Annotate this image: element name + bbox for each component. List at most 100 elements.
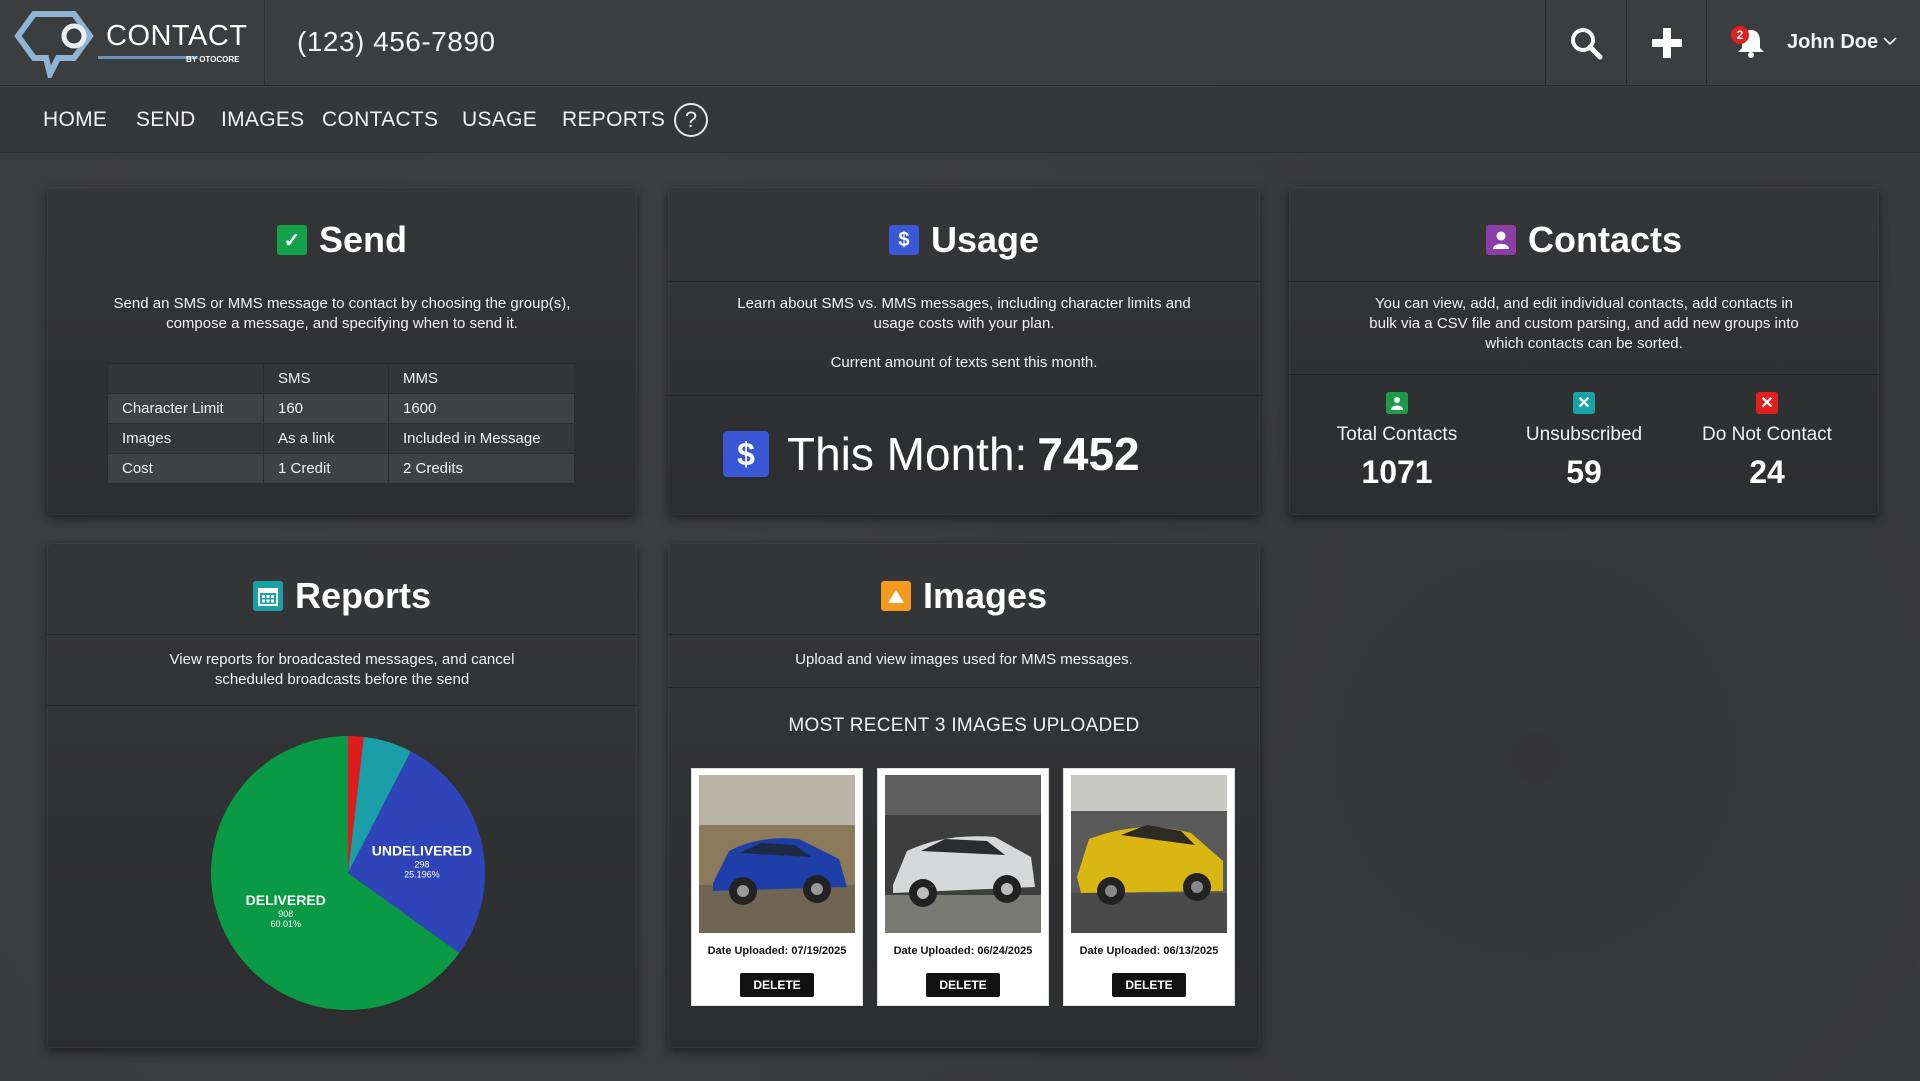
contacts-card[interactable]: Contacts You can view, add, and edit ind… xyxy=(1289,187,1879,515)
stat-label: Do Not Contact xyxy=(1702,424,1832,445)
table-header-cell: SMS xyxy=(263,363,389,394)
table-row: Character Limit 160 1600 xyxy=(107,393,575,424)
contacts-header: Contacts xyxy=(1289,219,1879,261)
send-description: Send an SMS or MMS message to contact by… xyxy=(113,295,571,332)
search-button[interactable] xyxy=(1545,0,1625,86)
usage-this-month: $ This Month: 7452 xyxy=(723,427,1140,481)
reports-divider xyxy=(47,634,637,635)
table-cell: 1600 xyxy=(388,393,575,424)
car-photo[interactable] xyxy=(885,775,1041,933)
header-divider xyxy=(264,0,265,86)
pie-label: DELIVERED xyxy=(246,892,326,908)
contacts-divider xyxy=(1289,281,1879,282)
add-button[interactable] xyxy=(1626,0,1706,86)
nav-images[interactable]: IMAGES xyxy=(221,108,304,132)
image-thumbnail[interactable]: Date Uploaded: 07/19/2025 DELETE xyxy=(691,768,863,1006)
upload-date: Date Uploaded: 07/19/2025 xyxy=(707,945,847,957)
stat-label: Total Contacts xyxy=(1336,424,1458,445)
delete-button[interactable]: DELETE xyxy=(740,973,814,997)
x-icon: ✕ xyxy=(1756,392,1778,414)
table-cell: Character Limit xyxy=(107,393,264,424)
reports-title[interactable]: Reports xyxy=(295,575,431,617)
nav-send[interactable]: SEND xyxy=(136,108,196,132)
nav-reports[interactable]: REPORTS xyxy=(562,108,665,132)
x-icon: ✕ xyxy=(1573,392,1595,414)
table-cell: 2 Credits xyxy=(388,453,575,484)
table-row: Cost 1 Credit 2 Credits xyxy=(107,453,575,484)
send-title[interactable]: Send xyxy=(319,219,407,261)
table-header-row: SMS MMS xyxy=(107,363,575,394)
car-photo[interactable] xyxy=(1071,775,1227,933)
calendar-icon xyxy=(252,581,283,611)
upload-date: Date Uploaded: 06/24/2025 xyxy=(893,945,1033,957)
user-menu[interactable]: 2 John Doe xyxy=(1706,0,1920,86)
images-title[interactable]: Images xyxy=(923,575,1047,617)
nav-usage[interactable]: USAGE xyxy=(462,108,537,132)
nav-contacts[interactable]: CONTACTS xyxy=(322,108,438,132)
send-card[interactable]: ✓ Send Send an SMS or MMS message to con… xyxy=(47,187,637,515)
image-thumbnail[interactable]: Date Uploaded: 06/24/2025 DELETE xyxy=(877,768,1049,1006)
table-row: Images As a link Included in Message xyxy=(107,423,575,454)
contacts-description: You can view, add, and edit individual c… xyxy=(1369,295,1799,352)
broadcast-pie-chart[interactable]: DELIVERED90860.01% UNDELIVERED29825.196% xyxy=(47,723,637,1043)
usage-description-current: Current amount of texts sent this month. xyxy=(830,354,1098,371)
search-icon xyxy=(1570,28,1602,60)
nav-home[interactable]: HOME xyxy=(43,108,107,132)
delete-button[interactable]: DELETE xyxy=(926,973,1000,997)
upload-date: Date Uploaded: 06/13/2025 xyxy=(1079,945,1219,957)
usage-description: Learn about SMS vs. MMS messages, includ… xyxy=(737,295,1191,332)
usage-header: $ Usage xyxy=(668,219,1260,261)
this-month-label: This Month: xyxy=(787,428,1028,480)
user-name[interactable]: John Doe xyxy=(1787,31,1878,54)
delete-button[interactable]: DELETE xyxy=(1112,973,1186,997)
pie-count: 908 xyxy=(278,909,293,919)
usage-card[interactable]: $ Usage Learn about SMS vs. MMS messages… xyxy=(668,187,1260,515)
images-card[interactable]: Images Upload and view images used for M… xyxy=(668,543,1260,1048)
contacts-title[interactable]: Contacts xyxy=(1528,219,1682,261)
pie-count: 298 xyxy=(414,859,429,869)
images-description: Upload and view images used for MMS mess… xyxy=(795,651,1133,668)
stat-total-contacts[interactable]: Total Contacts 1071 xyxy=(1307,392,1487,491)
dollar-icon: $ xyxy=(888,225,919,255)
table-cell: 160 xyxy=(263,393,389,424)
phone-number: (123) 456-7890 xyxy=(297,26,496,57)
notification-badge: 2 xyxy=(1731,26,1749,44)
usage-divider xyxy=(668,395,1260,396)
pie-percent: 60.01% xyxy=(270,919,301,929)
dollar-icon: $ xyxy=(723,431,769,477)
help-button[interactable]: ? xyxy=(674,103,708,137)
table-cell: As a link xyxy=(263,423,389,454)
image-thumbnail[interactable]: Date Uploaded: 06/13/2025 DELETE xyxy=(1063,768,1235,1006)
send-header: ✓ Send xyxy=(47,219,637,261)
table-cell: 1 Credit xyxy=(263,453,389,484)
stat-value: 24 xyxy=(1749,454,1785,490)
stat-value: 59 xyxy=(1566,454,1602,490)
reports-header: Reports xyxy=(47,575,637,617)
logo-subtext: BY OTOCORE xyxy=(186,55,240,64)
stat-unsubscribed[interactable]: ✕ Unsubscribed 59 xyxy=(1494,392,1674,491)
person-icon xyxy=(1386,392,1408,414)
checkmark-icon: ✓ xyxy=(276,225,307,255)
image-icon xyxy=(880,581,911,611)
contacts-divider xyxy=(1289,374,1879,375)
send-comparison-table: SMS MMS Character Limit 160 1600 Images … xyxy=(107,363,575,484)
images-divider xyxy=(668,634,1260,635)
car-photo[interactable] xyxy=(699,775,855,933)
main-nav: HOME SEND IMAGES CONTACTS USAGE REPORTS xyxy=(0,87,1920,153)
table-cell: Images xyxy=(107,423,264,454)
reports-card[interactable]: Reports View reports for broadcasted mes… xyxy=(47,543,637,1048)
top-header: CONTACT BY OTOCORE (123) 456-7890 2 John… xyxy=(0,0,1920,86)
contact-logo[interactable]: CONTACT BY OTOCORE xyxy=(14,10,254,83)
recent-images-title: MOST RECENT 3 IMAGES UPLOADED xyxy=(788,715,1140,736)
stat-do-not-contact[interactable]: ✕ Do Not Contact 24 xyxy=(1677,392,1857,491)
table-header-cell xyxy=(107,363,264,394)
images-header: Images xyxy=(668,575,1260,617)
usage-title[interactable]: Usage xyxy=(931,219,1039,261)
logo-text: CONTACT xyxy=(106,20,248,52)
table-header-cell: MMS xyxy=(388,363,575,394)
plus-icon xyxy=(1651,28,1682,58)
table-cell: Cost xyxy=(107,453,264,484)
chevron-down-icon[interactable] xyxy=(1883,36,1897,46)
stat-label: Unsubscribed xyxy=(1525,424,1643,445)
table-cell: Included in Message xyxy=(388,423,575,454)
